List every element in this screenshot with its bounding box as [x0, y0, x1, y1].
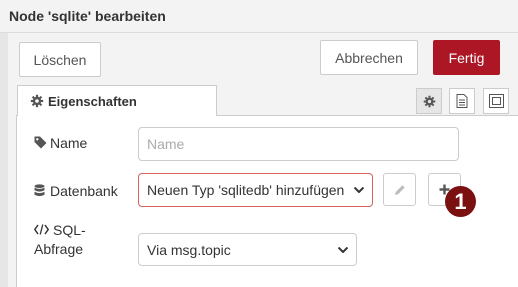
delete-button[interactable]: Löschen: [19, 42, 101, 77]
query-label-line2: Abfrage: [34, 241, 84, 257]
node-properties-button[interactable]: [416, 88, 442, 114]
left-edge: [0, 33, 8, 287]
done-button[interactable]: Fertig: [433, 40, 500, 75]
edit-node-dialog: Node 'sqlite' bearbeiten Löschen Abbrech…: [0, 0, 518, 287]
pencil-icon: [394, 184, 405, 195]
database-select[interactable]: Neuen Typ 'sqlitedb' hinzufügen: [138, 173, 373, 207]
gear-icon: [423, 95, 435, 107]
tab-properties[interactable]: Eigenschaften: [17, 85, 217, 116]
query-mode-value: Via msg.topic: [147, 241, 231, 258]
dialog-header: Node 'sqlite' bearbeiten: [0, 0, 518, 33]
database-label-text: Datenbank: [50, 183, 118, 199]
name-placeholder: Name: [147, 136, 185, 152]
query-label: SQL- Abfrage: [34, 222, 104, 262]
name-input[interactable]: Name: [138, 127, 459, 161]
database-select-value: Neuen Typ 'sqlitedb' hinzufügen: [147, 182, 345, 198]
chevron-down-icon: [338, 246, 348, 253]
node-appearance-button[interactable]: [483, 88, 509, 114]
tab-label: Eigenschaften: [48, 94, 137, 109]
document-icon: [456, 94, 468, 108]
code-icon: [34, 224, 49, 235]
node-description-button[interactable]: [449, 88, 475, 114]
gear-icon: [30, 94, 44, 108]
annotation-badge: 1: [445, 186, 476, 217]
dialog-title: Node 'sqlite' bearbeiten: [9, 8, 166, 24]
edit-config-button[interactable]: [383, 173, 416, 206]
database-icon: [34, 184, 45, 197]
query-label-line1: SQL-: [53, 222, 86, 238]
chevron-down-icon: [354, 187, 364, 193]
query-mode-select[interactable]: Via msg.topic: [138, 233, 357, 266]
cancel-button[interactable]: Abbrechen: [320, 40, 418, 75]
frame-icon: [488, 94, 504, 108]
name-label-text: Name: [50, 135, 88, 151]
tag-icon: [34, 136, 47, 149]
